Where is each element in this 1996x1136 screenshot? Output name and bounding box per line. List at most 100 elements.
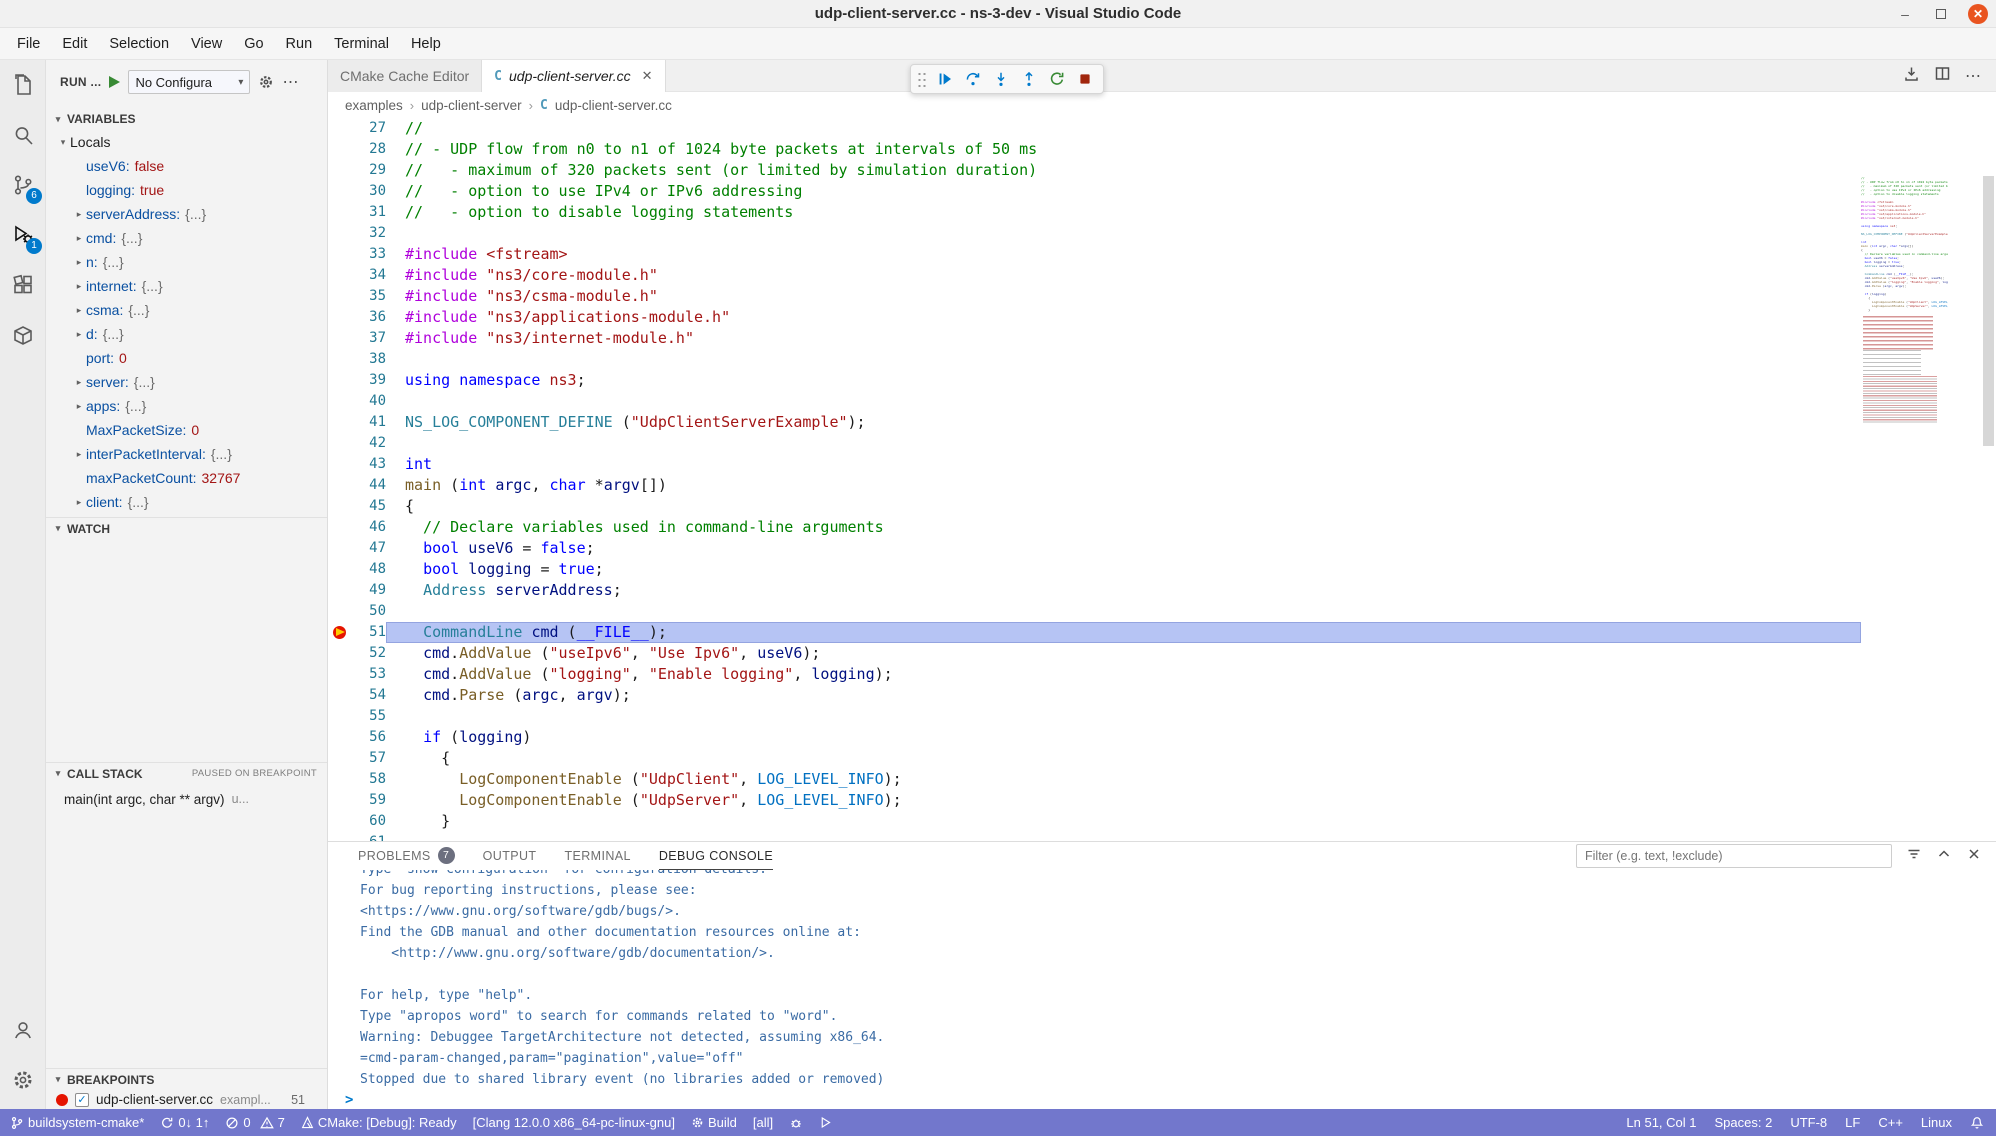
editor-more-actions-icon[interactable]: ⋯: [1965, 66, 1982, 86]
start-debug-icon[interactable]: [109, 76, 120, 88]
tab-debug-console[interactable]: DEBUG CONSOLE: [659, 842, 773, 870]
variable-row[interactable]: ▸n:{...}: [46, 250, 327, 274]
tab-terminal[interactable]: TERMINAL: [564, 842, 630, 870]
close-button[interactable]: ✕: [1968, 4, 1988, 24]
package-icon[interactable]: [0, 310, 46, 360]
code-line-text[interactable]: [386, 391, 1861, 412]
breakpoint-gutter[interactable]: [328, 727, 352, 748]
breakpoint-gutter[interactable]: [328, 832, 352, 841]
code-line-text[interactable]: [386, 433, 1861, 454]
menu-file[interactable]: File: [6, 28, 51, 60]
code-line-text[interactable]: {: [386, 748, 1861, 769]
breakpoint-gutter[interactable]: [328, 517, 352, 538]
code-line-text[interactable]: [386, 349, 1861, 370]
code-line-text[interactable]: #include "ns3/internet-module.h": [386, 328, 1861, 349]
code-line[interactable]: 48 bool logging = true;: [328, 559, 1861, 580]
line-number[interactable]: 35: [352, 286, 386, 307]
code-line-text[interactable]: [386, 706, 1861, 727]
code-line-text[interactable]: bool logging = true;: [386, 559, 1861, 580]
breakpoint-gutter[interactable]: [328, 181, 352, 202]
variable-row[interactable]: ▸d:{...}: [46, 322, 327, 346]
code-line-text[interactable]: using namespace ns3;: [386, 370, 1861, 391]
code-line-text[interactable]: #include "ns3/csma-module.h": [386, 286, 1861, 307]
code-line[interactable]: 47 bool useV6 = false;: [328, 538, 1861, 559]
explorer-icon[interactable]: [0, 60, 46, 110]
code-line[interactable]: 35#include "ns3/csma-module.h": [328, 286, 1861, 307]
eol-status[interactable]: LF: [1845, 1115, 1860, 1130]
code-line[interactable]: 52 cmd.AddValue ("useIpv6", "Use Ipv6", …: [328, 643, 1861, 664]
line-number[interactable]: 59: [352, 790, 386, 811]
breakpoint-gutter[interactable]: [328, 643, 352, 664]
line-number[interactable]: 33: [352, 244, 386, 265]
line-number[interactable]: 46: [352, 517, 386, 538]
breakpoint-gutter[interactable]: [328, 811, 352, 832]
code-line[interactable]: 32: [328, 223, 1861, 244]
code-line[interactable]: 49 Address serverAddress;: [328, 580, 1861, 601]
os-status[interactable]: Linux: [1921, 1115, 1952, 1130]
line-number[interactable]: 28: [352, 139, 386, 160]
code-line[interactable]: 57 {: [328, 748, 1861, 769]
encoding-status[interactable]: UTF-8: [1790, 1115, 1827, 1130]
line-number[interactable]: 57: [352, 748, 386, 769]
current-line-breakpoint-glyph[interactable]: [328, 622, 352, 643]
breakpoint-gutter[interactable]: [328, 412, 352, 433]
menu-terminal[interactable]: Terminal: [323, 28, 400, 60]
line-number[interactable]: 38: [352, 349, 386, 370]
variable-row[interactable]: ▸server:{...}: [46, 370, 327, 394]
minimize-button[interactable]: –: [1896, 5, 1914, 23]
breakpoint-gutter[interactable]: [328, 160, 352, 181]
breadcrumb-item[interactable]: udp-client-server: [421, 98, 522, 113]
variable-row[interactable]: port:0: [46, 346, 327, 370]
line-number[interactable]: 41: [352, 412, 386, 433]
code-line[interactable]: 41NS_LOG_COMPONENT_DEFINE ("UdpClientSer…: [328, 412, 1861, 433]
cmake-kit-status[interactable]: [Clang 12.0.0 x86_64-pc-linux-gnu]: [473, 1115, 675, 1130]
filter-lines-icon[interactable]: [1906, 846, 1922, 867]
breakpoint-gutter[interactable]: [328, 202, 352, 223]
breakpoint-gutter[interactable]: [328, 223, 352, 244]
debug-target-button[interactable]: [789, 1116, 803, 1130]
breakpoint-gutter[interactable]: [328, 433, 352, 454]
launch-target-button[interactable]: [819, 1116, 832, 1129]
breakpoint-gutter[interactable]: [328, 769, 352, 790]
build-target-button[interactable]: [all]: [753, 1115, 773, 1130]
code-line[interactable]: 51 CommandLine cmd (__FILE__);: [328, 622, 1861, 643]
code-line[interactable]: 53 cmd.AddValue ("logging", "Enable logg…: [328, 664, 1861, 685]
tab-cmake-cache-editor[interactable]: CMake Cache Editor: [328, 60, 482, 92]
code-line[interactable]: 40: [328, 391, 1861, 412]
restore-button[interactable]: [1932, 5, 1950, 23]
line-number[interactable]: 48: [352, 559, 386, 580]
code-line[interactable]: 60 }: [328, 811, 1861, 832]
breakpoint-gutter[interactable]: [328, 496, 352, 517]
launch-config-dropdown[interactable]: No Configura ▾: [128, 70, 250, 94]
download-icon[interactable]: [1903, 65, 1920, 87]
code-line[interactable]: 33#include <fstream>: [328, 244, 1861, 265]
line-number[interactable]: 58: [352, 769, 386, 790]
variable-row[interactable]: MaxPacketSize:0: [46, 418, 327, 442]
cmake-status[interactable]: CMake: [Debug]: Ready: [301, 1115, 457, 1130]
line-number[interactable]: 30: [352, 181, 386, 202]
line-number[interactable]: 43: [352, 454, 386, 475]
line-number[interactable]: 53: [352, 664, 386, 685]
code-line[interactable]: 55: [328, 706, 1861, 727]
variable-row[interactable]: ▸csma:{...}: [46, 298, 327, 322]
code-line-text[interactable]: main (int argc, char *argv[]): [386, 475, 1861, 496]
line-number[interactable]: 40: [352, 391, 386, 412]
line-number[interactable]: 47: [352, 538, 386, 559]
line-number[interactable]: 52: [352, 643, 386, 664]
menu-edit[interactable]: Edit: [51, 28, 98, 60]
code-line[interactable]: 43int: [328, 454, 1861, 475]
code-line-text[interactable]: NS_LOG_COMPONENT_DEFINE ("UdpClientServe…: [386, 412, 1861, 433]
cmake-build-button[interactable]: Build: [691, 1115, 737, 1130]
variable-row[interactable]: ▸client:{...}: [46, 490, 327, 514]
variable-row[interactable]: ▸cmd:{...}: [46, 226, 327, 250]
breakpoint-gutter[interactable]: [328, 559, 352, 580]
code-line[interactable]: 59 LogComponentEnable ("UdpServer", LOG_…: [328, 790, 1861, 811]
variable-row[interactable]: logging:true: [46, 178, 327, 202]
breakpoint-gutter[interactable]: [328, 601, 352, 622]
problems-status[interactable]: 0 7: [225, 1115, 284, 1130]
breakpoint-gutter[interactable]: [328, 790, 352, 811]
breakpoint-gutter[interactable]: [328, 580, 352, 601]
call-stack-section-header[interactable]: ▾ CALL STACK PAUSED ON BREAKPOINT: [46, 762, 327, 784]
code-line-text[interactable]: #include "ns3/applications-module.h": [386, 307, 1861, 328]
stop-button[interactable]: [1073, 67, 1097, 91]
